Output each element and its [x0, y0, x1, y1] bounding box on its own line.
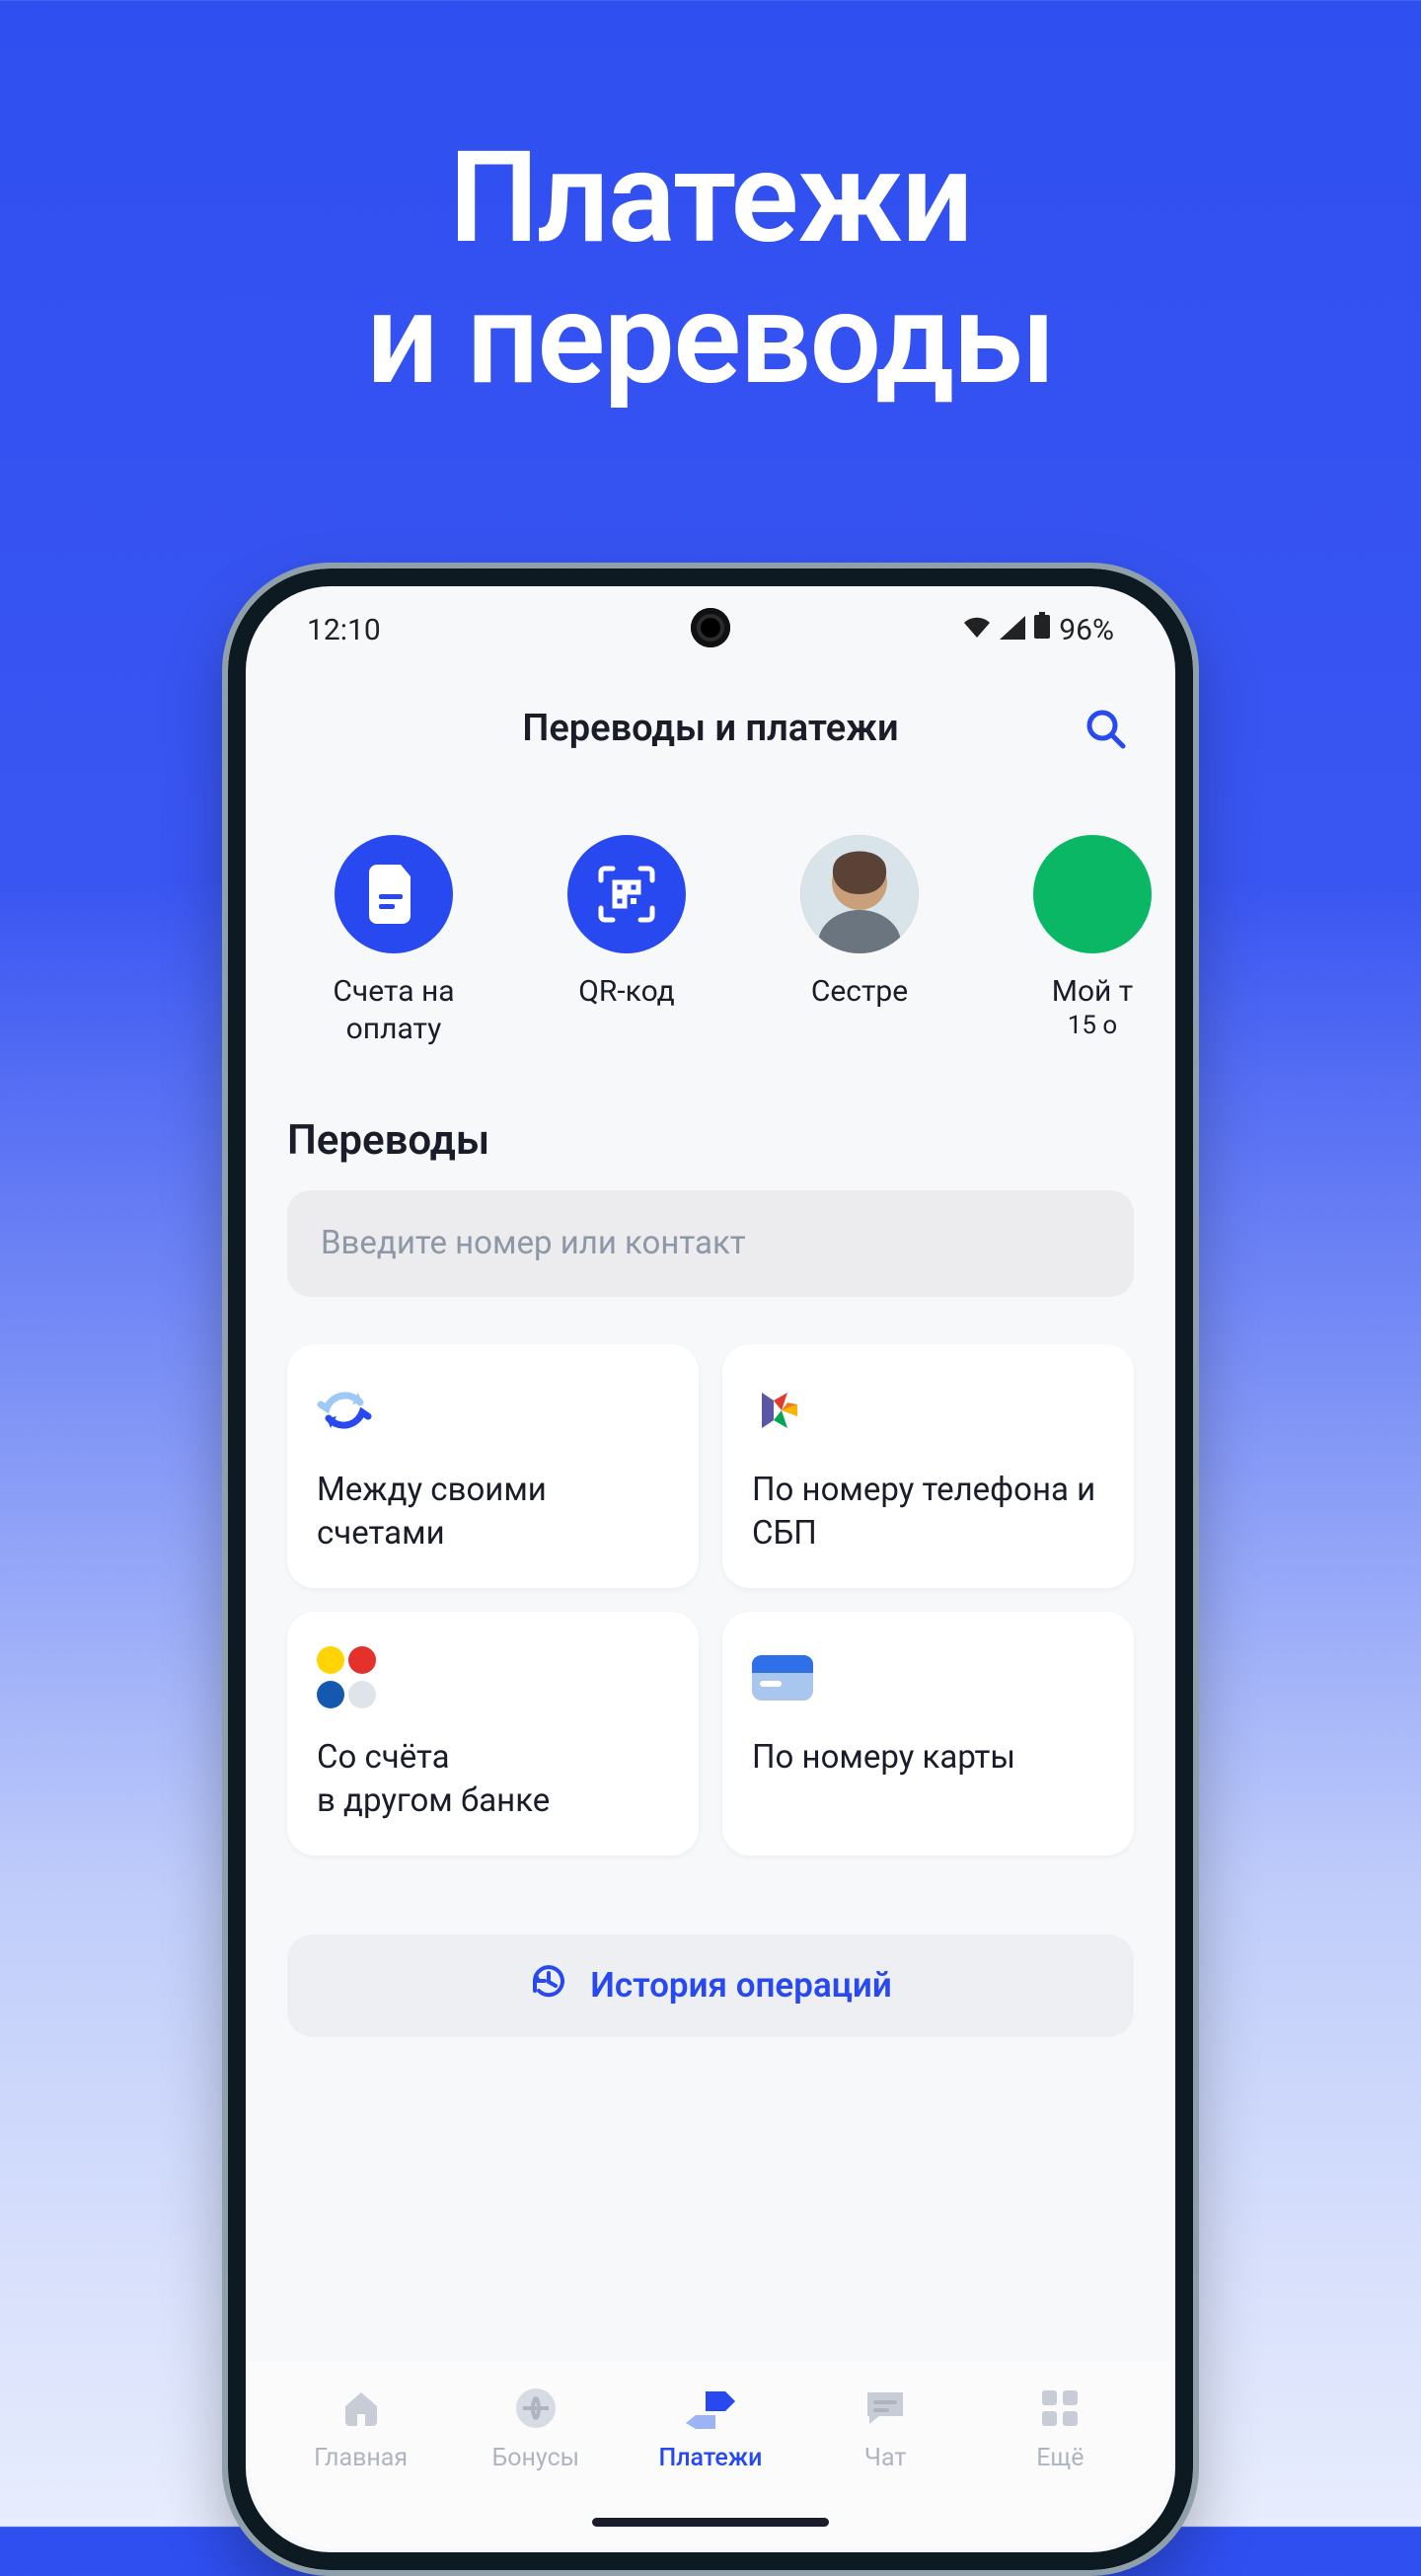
tile-between-own-accounts[interactable]: Между своими счетами — [287, 1344, 699, 1588]
more-icon — [976, 2383, 1144, 2434]
app-header: Переводы и платежи — [250, 669, 1171, 788]
quick-label: Сестре — [753, 973, 966, 1011]
tile-by-card-number[interactable]: По номеру карты — [722, 1612, 1134, 1856]
quick-action-bills[interactable]: Счета на оплату — [287, 835, 500, 1049]
nav-chat[interactable]: Чат — [801, 2383, 969, 2472]
bonuses-icon — [452, 2383, 620, 2434]
input-placeholder: Введите номер или контакт — [321, 1224, 746, 1262]
nav-label: Чат — [801, 2444, 969, 2472]
card-icon — [752, 1645, 1104, 1710]
sbp-icon — [752, 1378, 1104, 1443]
tile-label: Между своими счетами — [317, 1469, 669, 1556]
quick-label: Счета на оплату — [287, 973, 500, 1049]
template-icon — [1033, 835, 1152, 953]
nav-home[interactable]: Главная — [277, 2383, 445, 2472]
quick-actions-row[interactable]: Счета на оплату QR-код — [250, 788, 1171, 1049]
wifi-icon — [962, 613, 992, 647]
page-title: Переводы и платежи — [522, 707, 898, 750]
qr-icon — [567, 835, 686, 953]
tile-label: По номеру карты — [752, 1736, 1104, 1780]
phone-side-button — [1193, 1210, 1199, 1388]
quick-action-contact-sister[interactable]: Сестре — [753, 835, 966, 1049]
phone-side-button — [1193, 1437, 1199, 1565]
payments-icon — [627, 2383, 794, 2434]
status-bar: 12:10 96% — [250, 590, 1171, 669]
nav-payments[interactable]: Платежи — [627, 2383, 794, 2472]
status-battery-percent: 96% — [1059, 613, 1114, 647]
nav-label: Главная — [277, 2444, 445, 2472]
history-label: История операций — [590, 1965, 892, 2006]
chat-icon — [801, 2383, 969, 2434]
tile-by-phone-sbp[interactable]: По номеру телефона и СБП — [722, 1344, 1134, 1588]
gesture-bar — [592, 2518, 829, 2527]
history-button[interactable]: История операций — [287, 1934, 1134, 2037]
section-title-transfers: Переводы — [250, 1049, 1171, 1190]
promo-line2: и переводы — [366, 265, 1054, 414]
tile-from-other-bank[interactable]: Со счёта в другом банке — [287, 1612, 699, 1856]
document-icon — [335, 835, 453, 953]
nav-label: Бонусы — [452, 2444, 620, 2472]
history-icon — [529, 1961, 568, 2009]
home-icon — [277, 2383, 445, 2434]
promo-title: Платежи и переводы — [0, 0, 1421, 412]
tile-label: Со счёта в другом банке — [317, 1736, 669, 1824]
phone-frame: 12:10 96% Переводы и платежи — [222, 563, 1199, 2576]
swap-icon — [317, 1378, 669, 1443]
nav-more[interactable]: Ещё — [976, 2383, 1144, 2472]
phone-screen: 12:10 96% Переводы и платежи — [250, 590, 1171, 2548]
avatar — [800, 835, 919, 953]
quick-action-template[interactable]: Мой т 15 о — [986, 835, 1171, 1049]
bottom-nav: Главная Бонусы Платежи — [250, 2361, 1171, 2548]
camera-hole — [691, 608, 730, 647]
status-time: 12:10 — [307, 613, 381, 647]
quick-action-qr[interactable]: QR-код — [520, 835, 733, 1049]
search-icon — [1084, 707, 1127, 750]
battery-icon — [1033, 612, 1051, 647]
quick-label: QR-код — [520, 973, 733, 1011]
nav-bonuses[interactable]: Бонусы — [452, 2383, 620, 2472]
cellular-icon — [1000, 613, 1025, 647]
quick-label: Мой т — [986, 973, 1171, 1011]
search-button[interactable] — [1079, 702, 1132, 755]
nav-label: Ещё — [976, 2444, 1144, 2472]
nav-label: Платежи — [627, 2444, 794, 2472]
status-right: 96% — [962, 612, 1114, 647]
transfer-tiles: Между своими счетами По номеру телефона … — [250, 1297, 1171, 1856]
quick-sublabel: 15 о — [986, 1011, 1171, 1040]
phone-number-input[interactable]: Введите номер или контакт — [287, 1190, 1134, 1297]
promo-line1: Платежи — [449, 124, 972, 272]
tile-label: По номеру телефона и СБП — [752, 1469, 1104, 1556]
bank-logos-icon — [317, 1645, 382, 1710]
